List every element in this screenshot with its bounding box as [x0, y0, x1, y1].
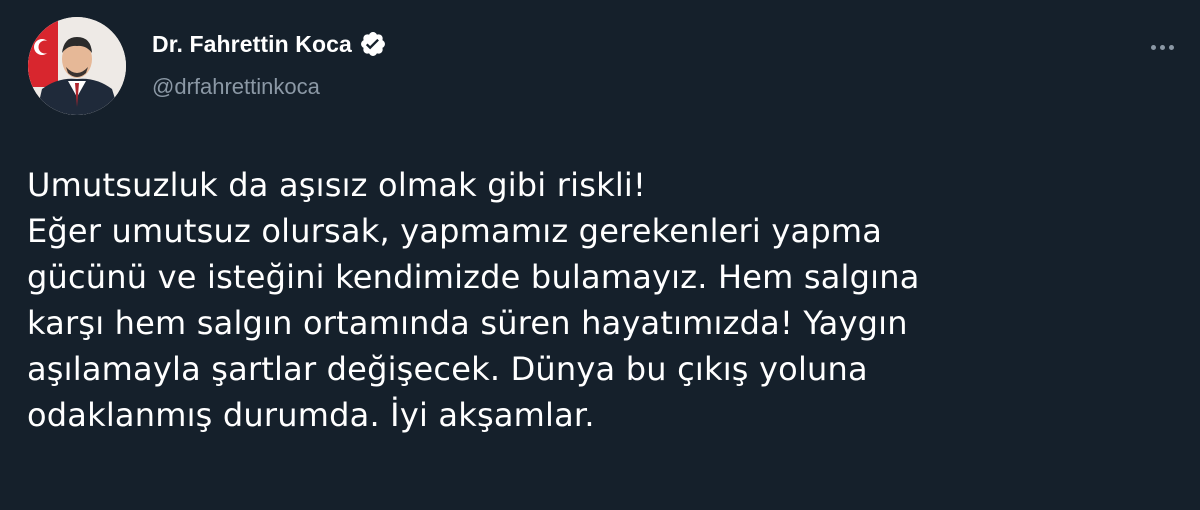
verified-badge-icon [359, 30, 387, 58]
tweet-text: Umutsuzluk da aşısız olmak gibi riskli! … [27, 162, 1177, 438]
avatar-image [28, 17, 126, 115]
user-handle[interactable]: @drfahrettinkoca [152, 74, 387, 100]
more-dot [1159, 44, 1165, 50]
tweet-line: Umutsuzluk da aşısız olmak gibi riskli! [27, 166, 647, 204]
tweet-line: karşı hem salgın ortamında süren hayatım… [27, 304, 908, 342]
profile-avatar[interactable] [28, 17, 126, 115]
author-block: Dr. Fahrettin Koca @drfahrettinkoca [152, 28, 387, 100]
tweet-line: aşılamayla şartlar değişecek. Dünya bu ç… [27, 350, 868, 388]
more-dot [1168, 44, 1174, 50]
more-dot [1150, 44, 1156, 50]
more-options-icon[interactable] [1142, 37, 1182, 57]
tweet-card: Dr. Fahrettin Koca @drfahrettinkoca Umut… [0, 0, 1200, 510]
tweet-line: gücünü ve isteğini kendimizde bulamayız.… [27, 258, 920, 296]
tweet-line: Eğer umutsuz olursak, yapmamız gerekenle… [27, 212, 883, 250]
tweet-line: odaklanmış durumda. İyi akşamlar. [27, 396, 595, 434]
name-row: Dr. Fahrettin Koca [152, 28, 387, 60]
display-name[interactable]: Dr. Fahrettin Koca [152, 31, 352, 58]
